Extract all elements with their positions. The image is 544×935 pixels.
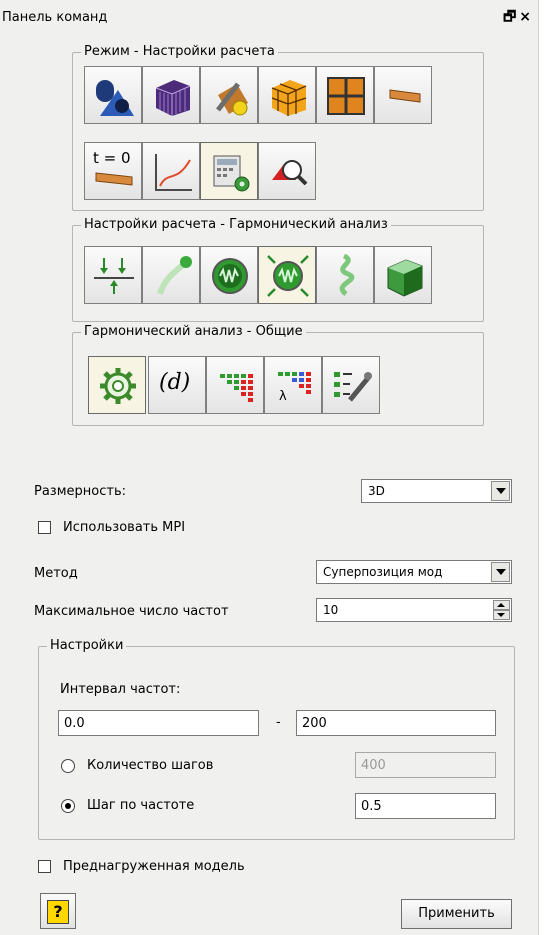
interval-dash: - xyxy=(276,715,281,730)
interval-to-input[interactable]: 200 xyxy=(296,710,496,736)
preloaded-label: Преднагруженная модель xyxy=(63,859,245,874)
general-settings-button[interactable] xyxy=(88,356,146,414)
dimension-label: Размерность: xyxy=(34,484,126,499)
analysis-group-label: Настройки расчета - Гармонический анализ xyxy=(81,217,391,233)
steps-label: Количество шагов xyxy=(87,758,214,773)
mode-group-label: Режим - Настройки расчета xyxy=(81,44,278,60)
grid-cube-button[interactable] xyxy=(258,66,316,124)
harmonic-settings-button[interactable] xyxy=(258,246,316,304)
dimension-dropdown-arrow-icon[interactable] xyxy=(491,481,510,501)
harmonic-button[interactable] xyxy=(200,246,258,304)
matrix-icon xyxy=(220,374,253,402)
max-freq-spinbox[interactable]: 10 xyxy=(316,598,512,622)
freq-step-radio[interactable] xyxy=(61,799,75,813)
steps-value: 400 xyxy=(361,758,386,773)
help-icon: ? xyxy=(47,900,69,924)
preloaded-checkbox[interactable] xyxy=(38,860,51,873)
initial-time-icon xyxy=(95,172,133,186)
freq-step-input[interactable]: 0.5 xyxy=(355,793,496,819)
interval-from-input[interactable]: 0.0 xyxy=(58,710,259,736)
harmonic-settings-icon xyxy=(267,255,309,297)
function-d-icon: (d) xyxy=(159,370,191,395)
mesh-cube-icon xyxy=(155,80,191,116)
use-mpi-label: Использовать MPI xyxy=(63,520,186,535)
lambda-matrix-button[interactable]: λ xyxy=(264,356,322,414)
loads-arrows-icon xyxy=(94,258,134,294)
spring-button[interactable] xyxy=(316,246,374,304)
dimension-value: 3D xyxy=(368,484,385,498)
beam-button[interactable] xyxy=(374,66,432,124)
plot-curve-icon xyxy=(155,154,192,191)
close-icon[interactable]: × xyxy=(519,9,534,25)
panel-titlebar: Панель команд 🗗× xyxy=(0,0,538,34)
help-button[interactable]: ? xyxy=(40,893,76,929)
interval-label: Интервал частот: xyxy=(60,682,181,697)
interval-to-value: 200 xyxy=(302,716,327,731)
function-d-button[interactable]: (d) xyxy=(148,356,206,414)
freq-step-label: Шаг по частоте xyxy=(87,798,195,813)
steps-radio[interactable] xyxy=(61,759,75,773)
general-group-label: Гармонический анализ - Общие xyxy=(81,324,306,340)
spin-up-icon[interactable] xyxy=(493,600,510,610)
freq-step-value: 0.5 xyxy=(361,799,382,814)
steps-input[interactable]: 400 xyxy=(355,752,496,778)
dimension-select[interactable]: 3D xyxy=(361,479,512,503)
grid-plane-button[interactable] xyxy=(316,66,374,124)
matrix-button[interactable] xyxy=(206,356,264,414)
zoom-model-icon xyxy=(272,160,308,186)
geometry-button[interactable] xyxy=(84,66,142,124)
float-icon[interactable]: 🗗 xyxy=(503,9,519,25)
method-label: Метод xyxy=(34,566,78,581)
result-cube-icon xyxy=(387,259,423,297)
result-cube-button[interactable] xyxy=(374,246,432,304)
loads-button[interactable] xyxy=(84,246,142,304)
interval-from-value: 0.0 xyxy=(64,716,85,731)
max-freq-value: 10 xyxy=(323,603,339,617)
method-dropdown-arrow-icon[interactable] xyxy=(491,562,510,582)
spring-icon xyxy=(339,254,355,297)
list-tools-icon xyxy=(334,372,372,402)
method-select[interactable]: Суперпозиция мод xyxy=(316,560,512,584)
displacement-icon xyxy=(157,256,192,295)
material-wrench-icon xyxy=(216,82,249,116)
harmonic-icon xyxy=(212,258,248,294)
panel-title: Панель команд xyxy=(2,10,108,25)
material-button[interactable] xyxy=(200,66,258,124)
lambda-label: λ xyxy=(279,389,287,404)
grid-plane-icon xyxy=(327,77,365,115)
spin-down-icon[interactable] xyxy=(493,610,510,620)
beam-icon xyxy=(389,89,421,103)
plot-button[interactable] xyxy=(142,142,200,200)
calculator-settings-button[interactable] xyxy=(200,142,258,200)
zoom-model-button[interactable] xyxy=(258,142,316,200)
mesh-button[interactable] xyxy=(142,66,200,124)
list-tools-button[interactable] xyxy=(322,356,380,414)
settings-group-label: Настройки xyxy=(47,638,127,654)
apply-button[interactable]: Применить xyxy=(401,899,512,929)
geometry-icon xyxy=(96,80,134,116)
displacement-button[interactable] xyxy=(142,246,200,304)
grid-cube-icon xyxy=(271,80,307,116)
max-freq-label: Максимальное число частот xyxy=(34,604,229,619)
command-panel: Панель команд 🗗× Режим - Настройки расче… xyxy=(0,0,539,935)
initial-time-button[interactable]: t = 0 xyxy=(84,142,142,200)
use-mpi-checkbox[interactable] xyxy=(38,521,51,534)
gear-icon xyxy=(100,368,136,404)
method-value: Суперпозиция мод xyxy=(323,565,443,579)
calculator-settings-icon xyxy=(213,155,250,192)
titlebar-buttons: 🗗× xyxy=(503,6,534,30)
